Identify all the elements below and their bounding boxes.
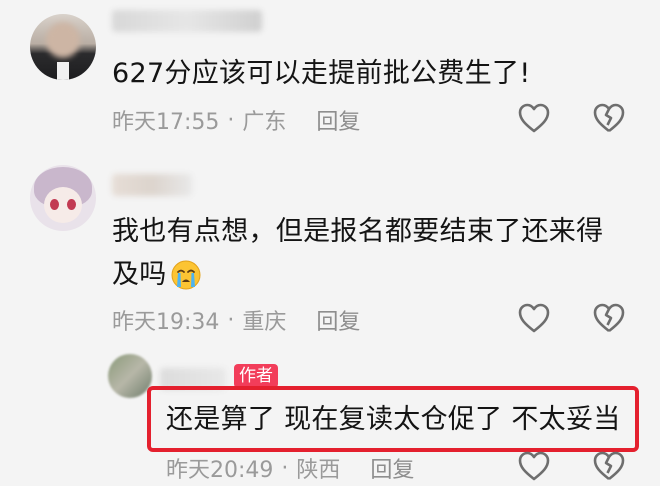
comment-meta: 昨天17:55 · 广东 回复 (112, 104, 360, 136)
username-blurred[interactable] (112, 174, 192, 196)
author-avatar[interactable] (108, 354, 152, 398)
user-avatar[interactable] (30, 165, 96, 231)
comment-location: 陕西 (296, 458, 341, 483)
avatar-eye-left (50, 199, 59, 210)
broken-heart-icon[interactable] (592, 302, 626, 334)
comment-text-line-2: 及吗 (112, 253, 202, 296)
heart-outline-icon[interactable] (517, 102, 551, 134)
author-badge: 作者 (234, 364, 278, 388)
broken-heart-icon[interactable] (592, 102, 626, 134)
reply-button[interactable]: 回复 (316, 104, 360, 136)
comment-text-line-1: 我也有点想，但是报名都要结束了还来得 (112, 216, 604, 247)
avatar-collar (57, 62, 69, 80)
comment-1: 627分应该可以走提前批公费生了! 昨天17:55 · 广东 回复 (0, 0, 660, 150)
comment-text: 还是算了 现在复读太仓促了 不太妥当 (166, 404, 621, 435)
username-blurred[interactable] (112, 10, 262, 32)
heart-outline-icon[interactable] (517, 302, 551, 334)
comment-time: 昨天20:49 (166, 458, 274, 483)
meta-separator: · (281, 455, 289, 481)
avatar-face-blur (46, 22, 80, 58)
comment-3-author-reply: 作者 还是算了 现在复读太仓促了 不太妥当 昨天20:49 · 陕西 回复 (0, 346, 660, 486)
comment-meta: 昨天19:34 · 重庆 回复 (112, 304, 360, 336)
meta-separator: · (227, 307, 235, 333)
comment-text-line-2-text: 及吗 (112, 259, 167, 290)
comment-time: 昨天19:34 (112, 310, 220, 335)
user-avatar[interactable] (30, 14, 96, 80)
comment-time: 昨天17:55 (112, 110, 220, 135)
comment-2: 我也有点想，但是报名都要结束了还来得 及吗 昨天19:34 · 重庆 回复 (0, 150, 660, 346)
meta-separator: · (227, 107, 235, 133)
reply-button[interactable]: 回复 (370, 452, 414, 484)
comment-text: 627分应该可以走提前批公费生了! (112, 58, 531, 89)
broken-heart-icon[interactable] (592, 450, 626, 482)
avatar-eye-right (67, 199, 76, 210)
comment-meta: 昨天20:49 · 陕西 回复 (166, 452, 414, 484)
comment-location: 广东 (242, 110, 287, 135)
comment-location: 重庆 (242, 310, 287, 335)
heart-outline-icon[interactable] (517, 450, 551, 482)
reply-button[interactable]: 回复 (316, 304, 360, 336)
crying-face-emoji (170, 259, 202, 291)
